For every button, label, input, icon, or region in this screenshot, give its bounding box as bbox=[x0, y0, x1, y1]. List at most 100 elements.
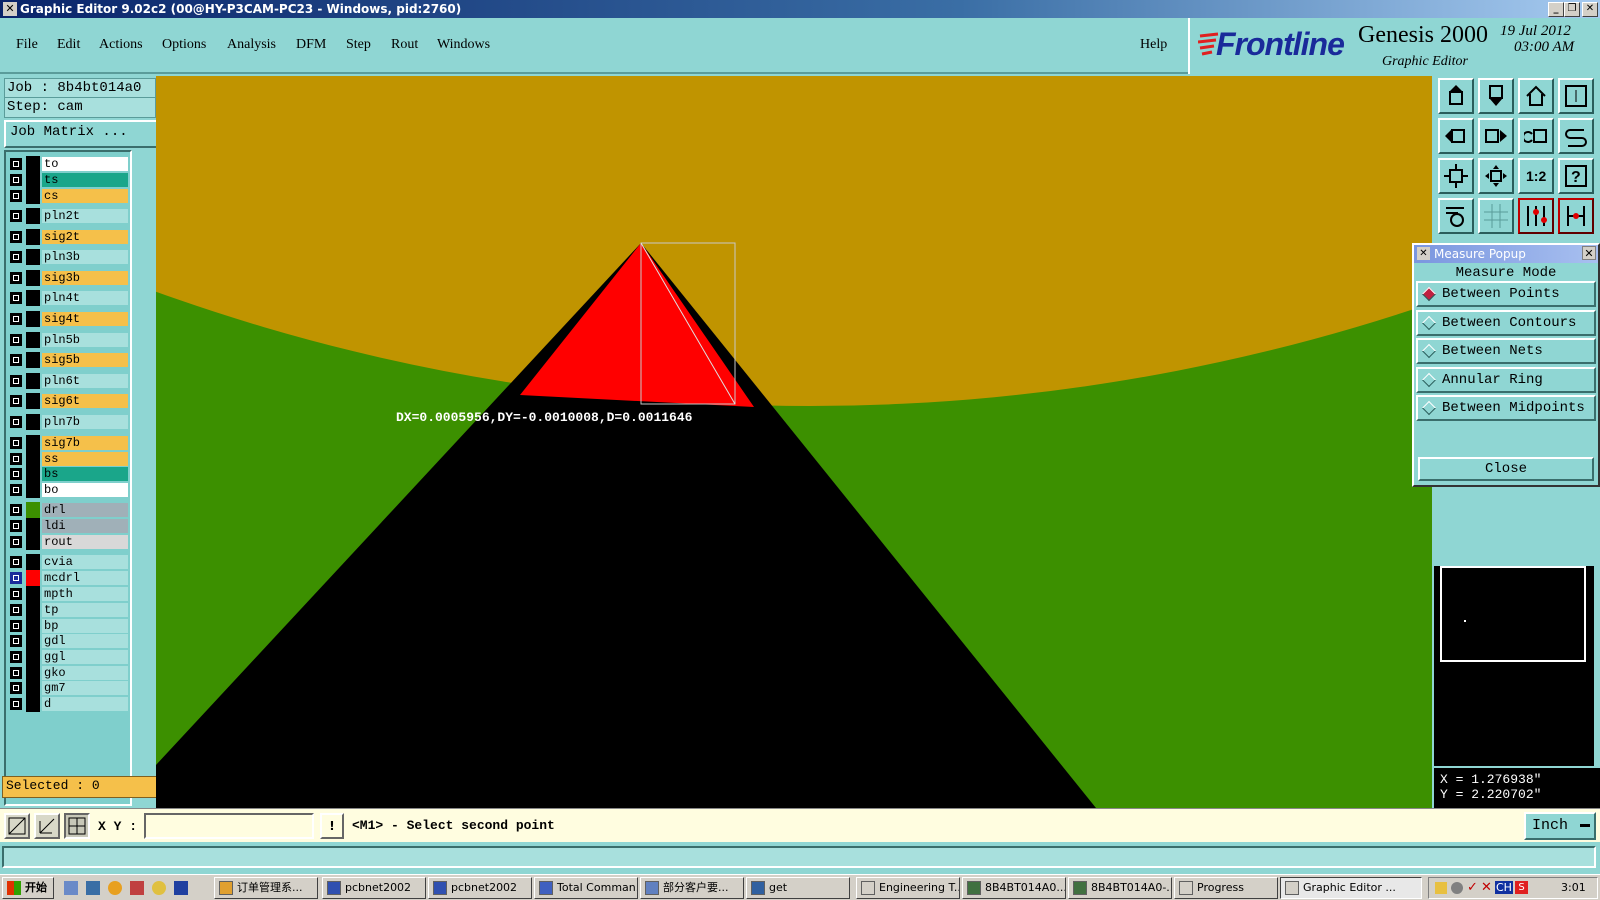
undo-view-button[interactable] bbox=[1518, 118, 1554, 154]
layer-row-ldi[interactable]: ldi bbox=[8, 518, 128, 534]
layer-name[interactable]: mpth bbox=[42, 587, 128, 601]
line-tool-button[interactable] bbox=[4, 813, 30, 839]
layer-color-swatch[interactable] bbox=[26, 156, 40, 172]
layer-row-tp[interactable]: tp bbox=[8, 602, 128, 618]
layer-color-swatch[interactable] bbox=[26, 649, 40, 665]
layer-checkbox[interactable] bbox=[10, 698, 22, 710]
layer-checkbox[interactable] bbox=[10, 620, 22, 632]
redraw-button[interactable] bbox=[1558, 118, 1594, 154]
layer-checkbox[interactable] bbox=[10, 174, 22, 186]
layer-checkbox[interactable] bbox=[10, 437, 22, 449]
layer-color-swatch[interactable] bbox=[26, 518, 40, 534]
taskbar-task[interactable]: pcbnet2002 bbox=[322, 877, 426, 899]
zoom-up-button[interactable] bbox=[1438, 78, 1474, 114]
tray-s-icon[interactable]: S bbox=[1515, 881, 1528, 894]
layer-checkbox[interactable] bbox=[10, 556, 22, 568]
layer-row-cvia[interactable]: cvia bbox=[8, 554, 128, 570]
layer-checkbox[interactable] bbox=[10, 313, 22, 325]
layer-color-swatch[interactable] bbox=[26, 229, 40, 245]
layer-row-rout[interactable]: rout bbox=[8, 534, 128, 550]
tray-x-icon[interactable]: ✕ bbox=[1481, 880, 1492, 895]
layer-color-swatch[interactable] bbox=[26, 311, 40, 327]
graphic-canvas[interactable]: DX=0.0005956,DY=-0.0010008,D=0.0011646 bbox=[156, 76, 1432, 808]
layer-name[interactable]: bs bbox=[42, 467, 128, 481]
window-title-bar[interactable]: ✕ Graphic Editor 9.02c2 (00@HY-P3CAM-PC2… bbox=[0, 0, 1600, 18]
measure-option-between-points[interactable]: Between Points bbox=[1416, 281, 1596, 307]
menu-windows[interactable]: Windows bbox=[437, 37, 490, 53]
layer-row-gdl[interactable]: gdl bbox=[8, 633, 128, 649]
layer-color-swatch[interactable] bbox=[26, 482, 40, 498]
zoom-down-button[interactable] bbox=[1478, 78, 1514, 114]
job-matrix-button[interactable]: Job Matrix ... bbox=[4, 120, 158, 148]
layer-row-bs[interactable]: bs bbox=[8, 466, 128, 482]
layer-name[interactable]: ts bbox=[42, 173, 128, 187]
home-button[interactable] bbox=[1518, 78, 1554, 114]
layer-checkbox[interactable] bbox=[10, 682, 22, 694]
alert-button[interactable]: ! bbox=[320, 813, 344, 839]
layer-name[interactable]: pln3b bbox=[42, 250, 128, 264]
close-window-button[interactable]: ✕ bbox=[1582, 2, 1598, 17]
layer-color-swatch[interactable] bbox=[26, 414, 40, 430]
layer-color-swatch[interactable] bbox=[26, 665, 40, 681]
layer-name[interactable]: rout bbox=[42, 535, 128, 549]
layer-row-mcdrl[interactable]: mcdrl bbox=[8, 570, 128, 586]
layer-name[interactable]: to bbox=[42, 157, 128, 171]
taskbar-task[interactable]: 部分客户要... bbox=[640, 877, 744, 899]
menu-analysis[interactable]: Analysis bbox=[227, 37, 276, 53]
layer-checkbox[interactable] bbox=[10, 651, 22, 663]
taskbar-task[interactable]: 8B4BT014A0... bbox=[962, 877, 1066, 899]
layer-checkbox[interactable] bbox=[10, 536, 22, 548]
layer-name[interactable]: pln6t bbox=[42, 374, 128, 388]
popup-close-button[interactable]: Close bbox=[1418, 457, 1594, 481]
layer-checkbox[interactable] bbox=[10, 272, 22, 284]
quicklaunch-show-desktop-icon[interactable] bbox=[64, 881, 78, 895]
tray-ime[interactable]: CH bbox=[1495, 881, 1513, 894]
layer-color-swatch[interactable] bbox=[26, 466, 40, 482]
menu-step[interactable]: Step bbox=[346, 37, 371, 53]
layer-checkbox[interactable] bbox=[10, 231, 22, 243]
taskbar-task[interactable]: Total Comman... bbox=[534, 877, 638, 899]
layer-color-swatch[interactable] bbox=[26, 502, 40, 518]
layer-checkbox[interactable] bbox=[10, 158, 22, 170]
tray-pen-icon[interactable] bbox=[1435, 882, 1447, 894]
layer-row-pln7b[interactable]: pln7b bbox=[8, 414, 128, 430]
layer-row-to[interactable]: to bbox=[8, 156, 128, 172]
layer-row-gko[interactable]: gko bbox=[8, 665, 128, 681]
layer-row-ts[interactable]: ts bbox=[8, 172, 128, 188]
layer-name[interactable]: mcdrl bbox=[42, 571, 128, 585]
zoom-center-button[interactable] bbox=[1478, 158, 1514, 194]
full-view-button[interactable] bbox=[1558, 78, 1594, 114]
layer-name[interactable]: pln5b bbox=[42, 333, 128, 347]
menu-actions[interactable]: Actions bbox=[99, 37, 143, 53]
layer-name[interactable]: sig7b bbox=[42, 436, 128, 450]
tray-check-icon[interactable]: ✓ bbox=[1467, 880, 1478, 895]
layer-color-swatch[interactable] bbox=[26, 249, 40, 265]
layer-row-sig7b[interactable]: sig7b bbox=[8, 435, 128, 451]
quicklaunch-save-icon[interactable] bbox=[174, 881, 188, 895]
layer-row-pln6t[interactable]: pln6t bbox=[8, 373, 128, 389]
popup-title-bar[interactable]: Measure Popup ✕ ✕ bbox=[1414, 245, 1598, 263]
layer-checkbox[interactable] bbox=[10, 588, 22, 600]
minimize-button[interactable]: _ bbox=[1548, 2, 1564, 17]
layer-checkbox[interactable] bbox=[10, 453, 22, 465]
layer-color-swatch[interactable] bbox=[26, 290, 40, 306]
layer-name[interactable]: drl bbox=[42, 503, 128, 517]
layer-row-sig3b[interactable]: sig3b bbox=[8, 270, 128, 286]
menu-dfm[interactable]: DFM bbox=[296, 37, 326, 53]
grid-snap-button[interactable] bbox=[64, 813, 90, 839]
layer-name[interactable]: sig2t bbox=[42, 230, 128, 244]
layer-color-swatch[interactable] bbox=[26, 393, 40, 409]
layer-checkbox[interactable] bbox=[10, 520, 22, 532]
layer-color-swatch[interactable] bbox=[26, 172, 40, 188]
layer-checkbox[interactable] bbox=[10, 604, 22, 616]
layer-row-pln2t[interactable]: pln2t bbox=[8, 208, 128, 224]
layer-color-swatch[interactable] bbox=[26, 451, 40, 467]
layer-row-ss[interactable]: ss bbox=[8, 451, 128, 467]
layer-color-swatch[interactable] bbox=[26, 680, 40, 696]
layer-name[interactable]: gko bbox=[42, 666, 128, 680]
layer-color-swatch[interactable] bbox=[26, 554, 40, 570]
tray-gear-icon[interactable] bbox=[1451, 882, 1463, 894]
layer-row-sig2t[interactable]: sig2t bbox=[8, 229, 128, 245]
scale-1-2-button[interactable]: 1:2 bbox=[1518, 158, 1554, 194]
overview-panel[interactable] bbox=[1434, 566, 1594, 766]
